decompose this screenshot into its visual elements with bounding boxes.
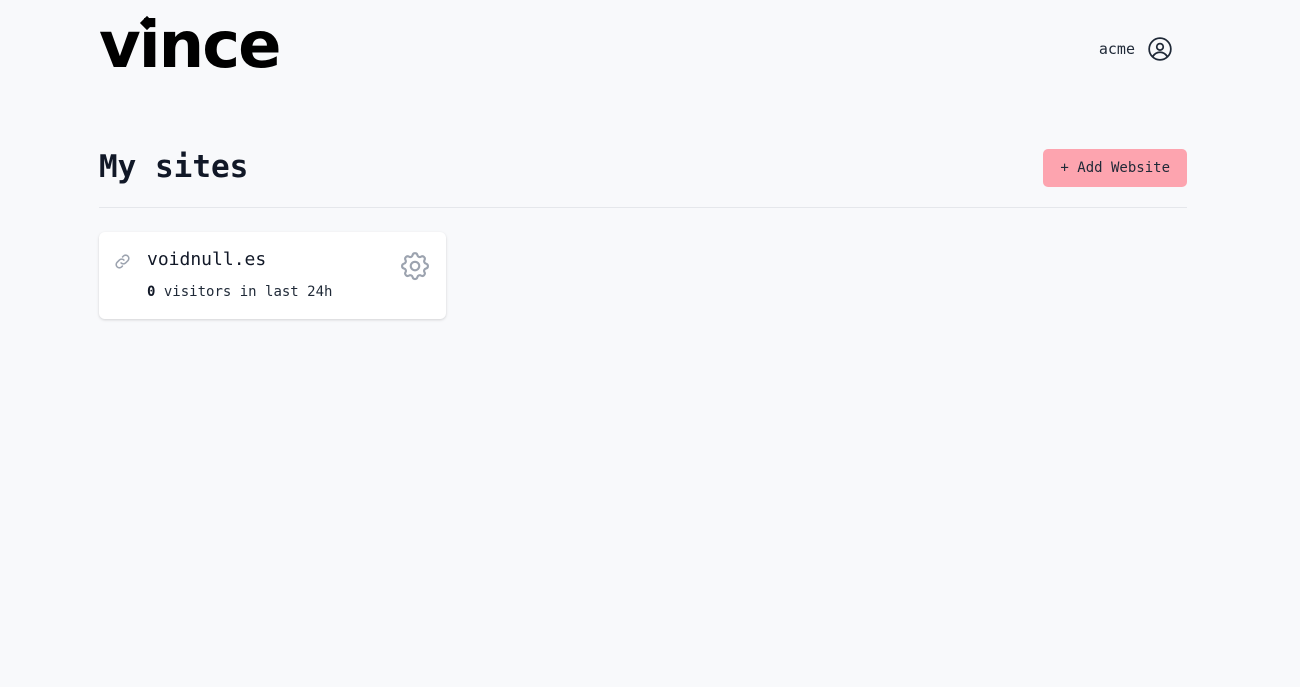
site-visitors: 0 visitors in last 24h <box>147 284 332 300</box>
header: vince acme <box>99 14 1187 78</box>
site-domain-link[interactable]: voidnull.es <box>147 249 266 270</box>
logo[interactable]: vince <box>99 14 282 78</box>
page: vince acme My sites + Add Website voidnu… <box>0 0 1300 687</box>
visitor-label: visitors in last 24h <box>163 284 333 300</box>
user-name: acme <box>1098 40 1135 58</box>
user-menu[interactable]: acme <box>1099 36 1173 62</box>
title-row: My sites + Add Website <box>99 148 1187 188</box>
site-card[interactable]: voidnull.es 0 visitors in last 24h <box>99 232 446 319</box>
add-website-button[interactable]: + Add Website <box>1043 149 1187 187</box>
page-title: My sites <box>99 149 249 185</box>
gear-icon[interactable] <box>398 249 432 287</box>
user-circle-icon[interactable] <box>1147 36 1173 62</box>
logo-text: vince <box>99 9 282 83</box>
link-icon[interactable] <box>114 253 131 274</box>
visitor-count: 0 <box>147 284 156 300</box>
divider <box>99 207 1187 208</box>
